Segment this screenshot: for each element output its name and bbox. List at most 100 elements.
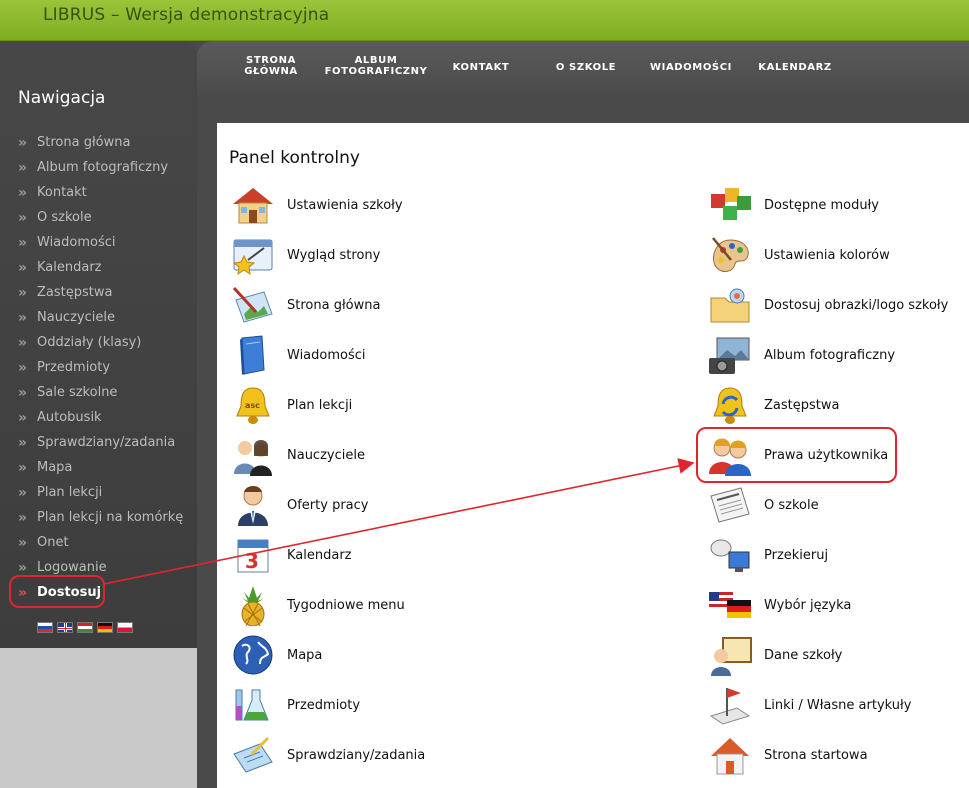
- double-chevron-icon: »: [18, 359, 28, 376]
- tile-strona-startowa[interactable]: Strona startowa: [706, 732, 868, 778]
- tile-mapa[interactable]: Mapa: [229, 632, 322, 678]
- house-icon: [229, 182, 277, 228]
- flag-pl-icon[interactable]: [117, 622, 133, 633]
- tile-wybor-jezyka[interactable]: Wybór języka: [706, 582, 851, 628]
- tile-linki-wlasne-artykuly[interactable]: Linki / Własne artykuły: [706, 682, 911, 728]
- tile-przekieruj[interactable]: Przekieruj: [706, 532, 828, 578]
- sidebar-item[interactable]: » Zastępstwa: [18, 280, 183, 305]
- double-chevron-icon: »: [18, 484, 28, 501]
- window-wand-icon: [229, 232, 277, 278]
- calendar-icon: 3: [229, 532, 277, 578]
- flag-sk-icon[interactable]: [37, 622, 53, 633]
- sidebar-item-label: Kalendarz: [37, 260, 102, 275]
- top-header-bar: LIBRUS – Wersja demonstracyjna: [0, 0, 969, 41]
- tile-przedmioty[interactable]: Przedmioty: [229, 682, 360, 728]
- tile-strona-glowna[interactable]: Strona główna: [229, 282, 380, 328]
- sidebar-item-label: Strona główna: [37, 135, 131, 150]
- svg-text:asc: asc: [245, 401, 260, 410]
- sidebar-item[interactable]: » Onet: [18, 530, 183, 555]
- menu-kalendarz[interactable]: KALENDARZ: [758, 62, 831, 73]
- tile-oferty-pracy[interactable]: Oferty pracy: [229, 482, 368, 528]
- tile-wiadomosci[interactable]: Wiadomości: [229, 332, 366, 378]
- sidebar-item-label: Sprawdziany/zadania: [37, 435, 176, 450]
- tile-dane-szkoly[interactable]: Dane szkoły: [706, 632, 842, 678]
- tile-zastepstwa[interactable]: Zastępstwa: [706, 382, 839, 428]
- sidebar-item-label: Przedmioty: [37, 360, 111, 375]
- sidebar-item[interactable]: » Plan lekcji na komórkę: [18, 505, 183, 530]
- menu-album-fotograficzny[interactable]: ALBUM FOTOGRAFICZNY: [325, 55, 428, 77]
- menu-o-szkole[interactable]: O SZKOLE: [556, 62, 616, 73]
- sidebar-footer-area: [0, 648, 197, 788]
- sidebar-item[interactable]: » Autobusik: [18, 405, 183, 430]
- flag-en-icon[interactable]: [57, 622, 73, 633]
- menu-kontakt[interactable]: KONTAKT: [453, 62, 510, 73]
- double-chevron-icon: »: [18, 559, 28, 576]
- sidebar-item[interactable]: » Mapa: [18, 455, 183, 480]
- menu-wiadomosci[interactable]: WIADOMOŚCI: [650, 62, 732, 73]
- globe-icon: [229, 632, 277, 678]
- sidebar-item[interactable]: » Nauczyciele: [18, 305, 183, 330]
- sidebar-item[interactable]: » O szkole: [18, 205, 183, 230]
- tile-dostosuj-obrazki-logo[interactable]: Dostosuj obrazki/logo szkoły: [706, 282, 948, 328]
- menu-strona-glowna[interactable]: STRONA GŁÓWNA: [244, 55, 298, 77]
- sidebar-nav: » Strona główna » Album fotograficzny » Kon…: [18, 130, 183, 605]
- tile-wyglad-strony[interactable]: Wygląd strony: [229, 232, 380, 278]
- panel-title: Panel kontrolny: [229, 148, 360, 168]
- satellite-icon: [706, 532, 754, 578]
- sidebar-item[interactable]: » Sale szkolne: [18, 380, 183, 405]
- sidebar-item-label: Onet: [37, 535, 69, 550]
- tile-nauczyciele[interactable]: Nauczyciele: [229, 432, 365, 478]
- double-chevron-icon: »: [18, 384, 28, 401]
- tile-plan-lekcji[interactable]: asc Plan lekcji: [229, 382, 352, 428]
- sidebar-heading: Nawigacja: [18, 88, 106, 108]
- double-chevron-icon: »: [18, 159, 28, 176]
- flag-hu-icon[interactable]: [77, 622, 93, 633]
- flag-de-icon[interactable]: [97, 622, 113, 633]
- double-chevron-icon: »: [18, 434, 28, 451]
- tile-label: Dostępne moduły: [764, 197, 879, 213]
- sidebar-item[interactable]: » Album fotograficzny: [18, 155, 183, 180]
- tile-label: Strona główna: [287, 297, 381, 313]
- tile-tygodniowe-menu[interactable]: Tygodniowe menu: [229, 582, 405, 628]
- annotation-highlight-prawa-uzytkownika: [696, 427, 897, 483]
- tile-label: Plan lekcji: [287, 397, 353, 413]
- businessman-icon: [229, 482, 277, 528]
- annotation-highlight-dostosuj: [9, 575, 105, 608]
- double-chevron-icon: »: [18, 184, 28, 201]
- tile-label: Mapa: [287, 647, 323, 663]
- flag-link-icon: [706, 682, 754, 728]
- tile-label: Wygląd strony: [287, 247, 381, 263]
- tile-label: Dostosuj obrazki/logo szkoły: [764, 297, 949, 313]
- sidebar-item[interactable]: » Strona główna: [18, 130, 183, 155]
- tile-kalendarz[interactable]: 3 Kalendarz: [229, 532, 352, 578]
- tile-dostepne-moduly[interactable]: Dostępne moduły: [706, 182, 879, 228]
- tile-album-fotograficzny[interactable]: Album fotograficzny: [706, 332, 895, 378]
- tile-label: Album fotograficzny: [764, 347, 896, 363]
- lab-flask-icon: [229, 682, 277, 728]
- sidebar-item[interactable]: » Plan lekcji: [18, 480, 183, 505]
- tile-sprawdziany-zadania[interactable]: Sprawdziany/zadania: [229, 732, 425, 778]
- pineapple-icon: [229, 582, 277, 628]
- tile-o-szkole[interactable]: O szkole: [706, 482, 819, 528]
- tile-ustawienia-kolorow[interactable]: Ustawienia kolorów: [706, 232, 890, 278]
- tile-label: Przedmioty: [287, 697, 361, 713]
- sidebar-item-label: Autobusik: [37, 410, 102, 425]
- svg-text:3: 3: [245, 549, 259, 573]
- sidebar-item[interactable]: » Sprawdziany/zadania: [18, 430, 183, 455]
- sidebar-item[interactable]: » Kontakt: [18, 180, 183, 205]
- sidebar-item[interactable]: » Przedmioty: [18, 355, 183, 380]
- home-start-icon: [706, 732, 754, 778]
- tile-label: Oferty pracy: [287, 497, 369, 513]
- sidebar-item-label: Sale szkolne: [37, 385, 118, 400]
- sidebar-item[interactable]: » Oddziały (klasy): [18, 330, 183, 355]
- sidebar-item-label: Wiadomości: [37, 235, 116, 250]
- tile-ustawienia-szkoly[interactable]: Ustawienia szkoły: [229, 182, 403, 228]
- tile-label: Zastępstwa: [764, 397, 840, 413]
- sidebar-item[interactable]: » Wiadomości: [18, 230, 183, 255]
- document-pencil-icon: [229, 732, 277, 778]
- site-title: LIBRUS – Wersja demonstracyjna: [43, 5, 330, 25]
- book-icon: [229, 332, 277, 378]
- sidebar-item[interactable]: » Kalendarz: [18, 255, 183, 280]
- tile-label: Wybór języka: [764, 597, 852, 613]
- flags-icon: [706, 582, 754, 628]
